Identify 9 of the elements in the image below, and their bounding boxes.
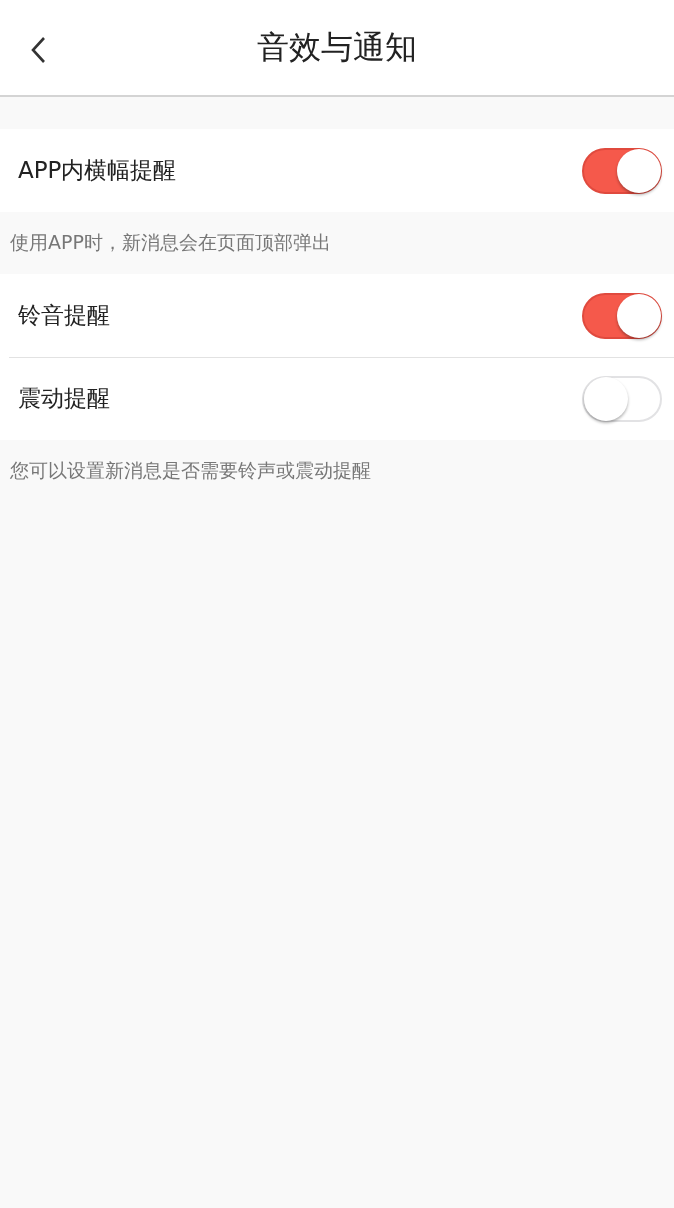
setting-label: 铃音提醒 bbox=[18, 301, 110, 330]
setting-label: APP内横幅提醒 bbox=[18, 156, 177, 185]
back-icon[interactable] bbox=[30, 36, 46, 64]
toggle-switch[interactable] bbox=[582, 292, 662, 339]
setting-label: 震动提醒 bbox=[18, 384, 110, 413]
hint-text: 您可以设置新消息是否需要铃声或震动提醒 bbox=[10, 458, 371, 483]
toggle-switch[interactable] bbox=[582, 147, 662, 194]
page-title: 音效与通知 bbox=[257, 26, 417, 68]
hint-text: 使用APP时，新消息会在页面顶部弹出 bbox=[10, 230, 331, 255]
